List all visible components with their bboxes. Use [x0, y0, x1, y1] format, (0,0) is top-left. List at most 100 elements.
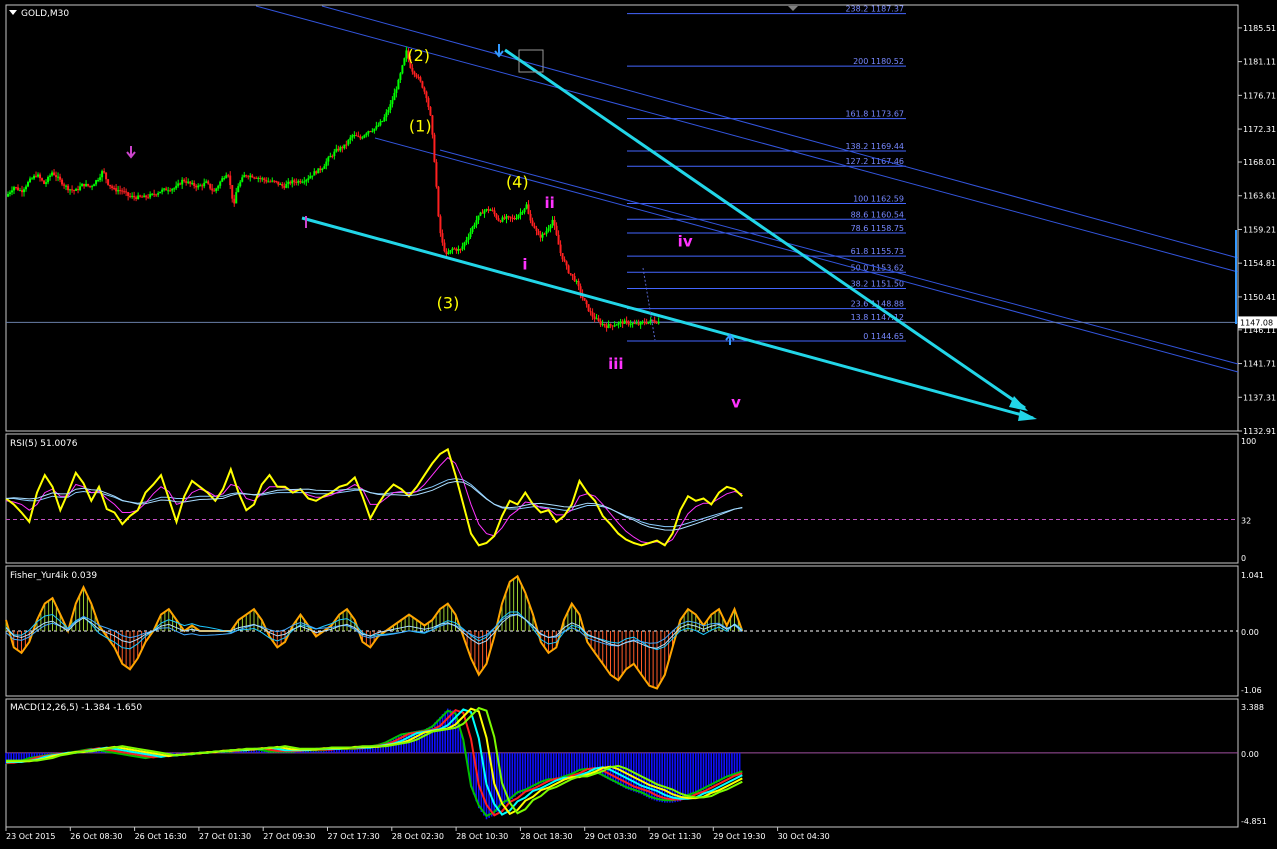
- candle-body[interactable]: [403, 58, 406, 66]
- candle-body[interactable]: [657, 321, 660, 324]
- candle-body[interactable]: [183, 179, 186, 182]
- candle-body[interactable]: [613, 325, 616, 327]
- candle-body[interactable]: [527, 204, 530, 214]
- candle-body[interactable]: [205, 181, 208, 183]
- candle-body[interactable]: [167, 190, 170, 192]
- candle-body[interactable]: [381, 121, 384, 123]
- candle-body[interactable]: [277, 181, 280, 185]
- candle-body[interactable]: [415, 74, 418, 77]
- candle-body[interactable]: [199, 185, 202, 187]
- candle-body[interactable]: [465, 239, 468, 243]
- candle-body[interactable]: [383, 117, 386, 122]
- candle-body[interactable]: [437, 186, 440, 217]
- candle-body[interactable]: [607, 324, 610, 328]
- candle-body[interactable]: [93, 184, 96, 187]
- candle-body[interactable]: [23, 189, 26, 193]
- candle-body[interactable]: [487, 209, 490, 211]
- candle-body[interactable]: [509, 216, 512, 218]
- candle-body[interactable]: [105, 172, 108, 180]
- candle-body[interactable]: [429, 107, 432, 116]
- candle-body[interactable]: [635, 323, 638, 325]
- candle-body[interactable]: [147, 197, 150, 199]
- candle-body[interactable]: [117, 190, 120, 192]
- candle-body[interactable]: [87, 183, 90, 186]
- candle-body[interactable]: [17, 187, 20, 191]
- candle-body[interactable]: [423, 87, 426, 92]
- candle-body[interactable]: [159, 191, 162, 194]
- candle-body[interactable]: [519, 212, 522, 216]
- candle-body[interactable]: [15, 187, 18, 189]
- candle-body[interactable]: [515, 218, 518, 220]
- candle-body[interactable]: [445, 251, 448, 254]
- candle-body[interactable]: [553, 219, 556, 226]
- candle-body[interactable]: [187, 181, 190, 183]
- candle-body[interactable]: [327, 157, 330, 162]
- candle-body[interactable]: [191, 182, 194, 184]
- candle-body[interactable]: [541, 233, 544, 238]
- candle-body[interactable]: [345, 144, 348, 146]
- candle-body[interactable]: [185, 181, 188, 183]
- candle-body[interactable]: [501, 217, 504, 222]
- candle-body[interactable]: [13, 187, 16, 191]
- candle-body[interactable]: [623, 320, 626, 324]
- candle-body[interactable]: [299, 180, 302, 183]
- candle-body[interactable]: [605, 325, 608, 328]
- candle-body[interactable]: [303, 181, 306, 183]
- candle-body[interactable]: [307, 178, 310, 180]
- candle-body[interactable]: [375, 126, 378, 129]
- candle-body[interactable]: [373, 128, 376, 131]
- candle-body[interactable]: [97, 180, 100, 182]
- candle-body[interactable]: [155, 194, 158, 196]
- candle-body[interactable]: [449, 250, 452, 253]
- candle-body[interactable]: [11, 190, 14, 193]
- candle-body[interactable]: [131, 195, 134, 197]
- candle-body[interactable]: [259, 177, 262, 179]
- candle-body[interactable]: [535, 228, 538, 231]
- candle-body[interactable]: [495, 214, 498, 219]
- candle-body[interactable]: [71, 189, 74, 191]
- candle-body[interactable]: [157, 193, 160, 195]
- candle-body[interactable]: [265, 179, 268, 182]
- candle-body[interactable]: [355, 135, 358, 137]
- candle-body[interactable]: [133, 195, 136, 198]
- candle-body[interactable]: [493, 210, 496, 215]
- candle-body[interactable]: [9, 192, 12, 195]
- candle-body[interactable]: [475, 220, 478, 225]
- candle-body[interactable]: [575, 280, 578, 282]
- candle-body[interactable]: [145, 195, 148, 198]
- candle-body[interactable]: [643, 321, 646, 323]
- candle-body[interactable]: [597, 318, 600, 322]
- candle-body[interactable]: [29, 178, 32, 182]
- candle-body[interactable]: [181, 179, 184, 185]
- candle-body[interactable]: [273, 180, 276, 182]
- candle-body[interactable]: [369, 131, 372, 133]
- candle-body[interactable]: [397, 79, 400, 90]
- candle-body[interactable]: [25, 186, 28, 190]
- candle-body[interactable]: [67, 185, 70, 191]
- candle-body[interactable]: [333, 151, 336, 157]
- candle-body[interactable]: [189, 181, 192, 184]
- candle-body[interactable]: [547, 228, 550, 231]
- candle-body[interactable]: [463, 242, 466, 247]
- candle-body[interactable]: [377, 125, 380, 127]
- candle-body[interactable]: [543, 233, 546, 235]
- candle-body[interactable]: [459, 249, 462, 251]
- candle-body[interactable]: [241, 177, 244, 182]
- candle-body[interactable]: [341, 147, 344, 149]
- candle-body[interactable]: [593, 316, 596, 319]
- candle-body[interactable]: [309, 176, 312, 179]
- candle-body[interactable]: [393, 92, 396, 101]
- candle-body[interactable]: [289, 181, 292, 184]
- candle-body[interactable]: [619, 321, 622, 323]
- candle-body[interactable]: [325, 161, 328, 167]
- candle-body[interactable]: [63, 184, 66, 186]
- candle-body[interactable]: [511, 217, 514, 219]
- candle-body[interactable]: [263, 178, 266, 180]
- candle-body[interactable]: [141, 196, 144, 198]
- candle-body[interactable]: [655, 322, 658, 324]
- candle-body[interactable]: [113, 188, 116, 190]
- candle-body[interactable]: [335, 148, 338, 152]
- candle-body[interactable]: [149, 194, 152, 198]
- candle-body[interactable]: [203, 182, 206, 187]
- candle-body[interactable]: [137, 195, 140, 199]
